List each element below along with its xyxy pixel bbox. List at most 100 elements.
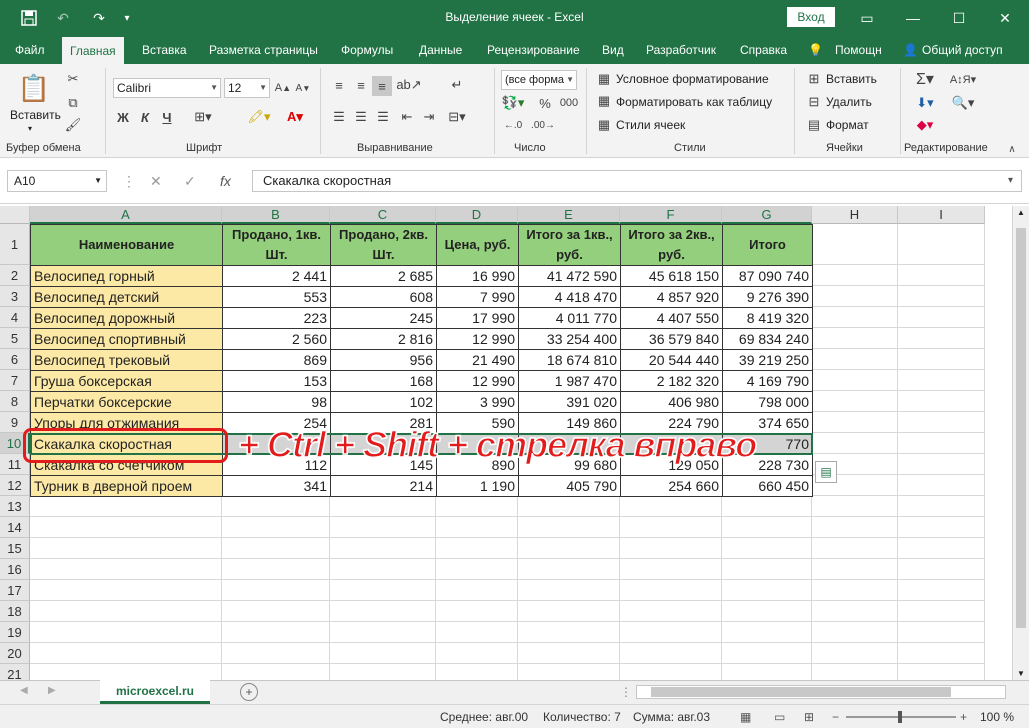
decrease-font-icon[interactable]: A ▼ [294, 78, 312, 98]
align-middle-icon[interactable]: ≡ [352, 76, 370, 94]
table-header-cell[interactable]: Итого [722, 224, 813, 266]
empty-cell[interactable] [436, 538, 518, 559]
empty-cell[interactable] [898, 580, 985, 601]
empty-cell[interactable] [222, 580, 330, 601]
empty-cell[interactable] [330, 538, 436, 559]
chevron-down-icon[interactable]: ▼ [94, 171, 102, 191]
share-icon[interactable]: 👤 [903, 36, 918, 64]
conditional-format-icon[interactable]: ▦ [596, 70, 612, 88]
tab-formulas[interactable]: Формулы [341, 36, 393, 64]
align-left-icon[interactable]: ☰ [330, 108, 348, 126]
empty-cell[interactable] [812, 496, 898, 517]
product-name-cell[interactable]: Груша боксерская [30, 370, 223, 392]
empty-cell[interactable] [30, 559, 222, 580]
align-bottom-icon[interactable]: ≡ [372, 76, 392, 96]
empty-cell[interactable] [518, 517, 620, 538]
increase-indent-icon[interactable]: ⇥ [420, 108, 438, 126]
column-header-f[interactable]: F [620, 206, 722, 224]
empty-cell[interactable] [722, 538, 812, 559]
empty-cell[interactable] [812, 328, 898, 349]
empty-cell[interactable] [30, 517, 222, 538]
empty-cell[interactable] [330, 622, 436, 643]
empty-cell[interactable] [812, 643, 898, 664]
table-cell[interactable]: 553 [222, 286, 331, 308]
row-header-6[interactable]: 6 [0, 349, 30, 370]
cell-styles-icon[interactable]: ▦ [596, 116, 612, 134]
empty-cell[interactable] [222, 622, 330, 643]
empty-cell[interactable] [898, 412, 985, 433]
empty-cell[interactable] [898, 517, 985, 538]
empty-cell[interactable] [620, 559, 722, 580]
table-cell[interactable]: 869 [222, 349, 331, 371]
table-cell[interactable]: 245 [330, 307, 437, 329]
empty-cell[interactable] [620, 580, 722, 601]
fill-icon[interactable]: ⬇▾ [914, 94, 936, 112]
empty-cell[interactable] [330, 601, 436, 622]
table-cell[interactable]: 406 980 [620, 391, 723, 413]
percent-format-icon[interactable]: % [536, 94, 554, 112]
format-table-icon[interactable]: ▦ [596, 92, 612, 110]
empty-cell[interactable] [518, 496, 620, 517]
table-cell[interactable]: 36 579 840 [620, 328, 723, 350]
empty-cell[interactable] [330, 643, 436, 664]
tab-split-handle[interactable]: ⋮ [620, 685, 632, 699]
table-header-cell[interactable]: Продано, 2кв. Шт. [330, 224, 437, 266]
table-cell[interactable]: 39 219 250 [722, 349, 813, 371]
empty-cell[interactable] [222, 559, 330, 580]
delete-cells-button[interactable]: Удалить [826, 95, 872, 109]
table-header-cell[interactable]: Итого за 1кв., руб. [518, 224, 621, 266]
empty-cell[interactable] [436, 601, 518, 622]
table-cell[interactable]: 1 190 [436, 475, 519, 497]
table-cell[interactable]: 391 020 [518, 391, 621, 413]
empty-cell[interactable] [898, 601, 985, 622]
table-cell[interactable]: 2 560 [222, 328, 331, 350]
page-break-view-icon[interactable]: ⊞ [804, 710, 814, 724]
table-header-cell[interactable]: Итого за 2кв., руб. [620, 224, 723, 266]
empty-cell[interactable] [518, 580, 620, 601]
empty-cell[interactable] [30, 601, 222, 622]
table-cell[interactable]: 98 [222, 391, 331, 413]
close-icon[interactable]: ✕ [982, 0, 1028, 36]
table-cell[interactable]: 45 618 150 [620, 265, 723, 287]
table-cell[interactable]: 798 000 [722, 391, 813, 413]
table-cell[interactable]: 956 [330, 349, 437, 371]
tab-tell-me[interactable]: Помощн [835, 36, 882, 64]
tab-insert[interactable]: Вставка [142, 36, 187, 64]
table-cell[interactable]: 2 816 [330, 328, 437, 350]
empty-cell[interactable] [812, 622, 898, 643]
decrease-indent-icon[interactable]: ⇤ [398, 108, 416, 126]
table-cell[interactable]: 20 544 440 [620, 349, 723, 371]
table-cell[interactable]: 2 182 320 [620, 370, 723, 392]
column-header-e[interactable]: E [518, 206, 620, 224]
copy-icon[interactable]: ⧉ [64, 94, 82, 112]
align-center-icon[interactable]: ☰ [352, 108, 370, 126]
empty-cell[interactable] [898, 496, 985, 517]
row-header-12[interactable]: 12 [0, 475, 30, 496]
column-header-h[interactable]: H [812, 206, 898, 224]
empty-cell[interactable] [518, 601, 620, 622]
currency-format-icon[interactable]: 💱▾ [500, 94, 526, 112]
conditional-format-button[interactable]: Условное форматирование [616, 72, 769, 86]
empty-cell[interactable] [30, 580, 222, 601]
row-header-7[interactable]: 7 [0, 370, 30, 391]
row-header-15[interactable]: 15 [0, 538, 30, 559]
tab-file[interactable]: Файл [15, 36, 45, 64]
column-header-a[interactable]: A [30, 206, 222, 224]
empty-cell[interactable] [222, 643, 330, 664]
format-table-button[interactable]: Форматировать как таблицу [616, 95, 772, 109]
paste-icon[interactable]: 📋 [14, 70, 54, 106]
table-cell[interactable]: 153 [222, 370, 331, 392]
table-cell[interactable]: 12 990 [436, 328, 519, 350]
table-cell[interactable]: 41 472 590 [518, 265, 621, 287]
empty-cell[interactable] [620, 643, 722, 664]
table-cell[interactable]: 660 450 [722, 475, 813, 497]
row-header-13[interactable]: 13 [0, 496, 30, 517]
empty-cell[interactable] [812, 224, 898, 265]
product-name-cell[interactable]: Велосипед трековый [30, 349, 223, 371]
horizontal-scrollbar[interactable] [636, 685, 1006, 699]
table-header-cell[interactable]: Цена, руб. [436, 224, 519, 266]
formula-input[interactable]: Скакалка скоростная [252, 170, 1022, 192]
empty-cell[interactable] [722, 580, 812, 601]
column-header-i[interactable]: I [898, 206, 985, 224]
empty-cell[interactable] [222, 601, 330, 622]
